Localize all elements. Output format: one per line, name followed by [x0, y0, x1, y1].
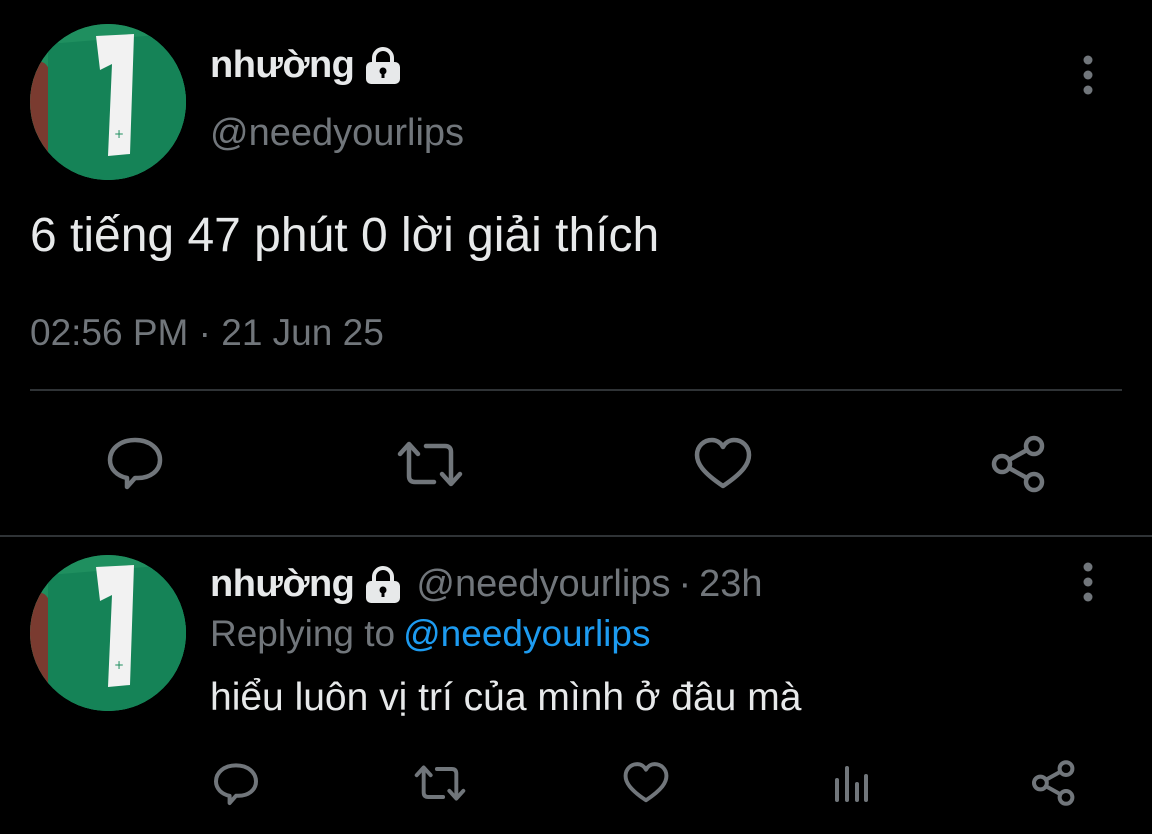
retweet-button[interactable]	[390, 432, 470, 496]
reply-header: nhường @needyourlips · 23h	[210, 563, 763, 606]
retweet-icon	[397, 441, 463, 487]
author-name-row: nhường	[210, 44, 404, 87]
share-button[interactable]	[984, 432, 1054, 496]
more-icon[interactable]	[1078, 54, 1098, 98]
display-name[interactable]: nhường	[210, 44, 355, 87]
divider	[30, 389, 1122, 391]
like-icon	[694, 437, 752, 489]
reply-analytics-button[interactable]	[826, 756, 876, 810]
reply-reply-button[interactable]	[208, 756, 264, 810]
reply-button[interactable]	[100, 430, 170, 494]
reply-retweet-button[interactable]	[408, 756, 472, 810]
reply-share-button[interactable]	[1026, 756, 1082, 810]
reply-icon	[214, 763, 258, 805]
avatar-image: +	[30, 555, 186, 711]
share-icon	[1032, 760, 1075, 806]
replying-to: Replying to @needyourlips	[210, 613, 650, 655]
avatar-image: +	[30, 24, 186, 180]
reply-avatar[interactable]: +	[30, 555, 186, 711]
tweet-text: 6 tiếng 47 phút 0 lời giải thích	[30, 209, 660, 262]
analytics-icon	[835, 766, 868, 802]
reply-time[interactable]: 23h	[699, 563, 762, 606]
author-handle[interactable]: @needyourlips	[210, 112, 464, 155]
avatar[interactable]: +	[30, 24, 186, 180]
section-divider	[0, 535, 1152, 537]
retweet-icon	[414, 765, 466, 801]
reply-handle[interactable]: @needyourlips	[416, 563, 670, 606]
svg-text:+: +	[114, 658, 124, 672]
replying-prefix: Replying to	[210, 613, 396, 654]
lock-icon	[366, 46, 401, 84]
replying-mention[interactable]: @needyourlips	[403, 613, 650, 654]
lock-icon	[366, 565, 401, 603]
reply-text: hiểu luôn vị trí của mình ở đâu mà	[210, 676, 802, 719]
separator-dot: ·	[678, 563, 692, 605]
reply-display-name[interactable]: nhường	[210, 563, 355, 606]
like-button[interactable]	[688, 432, 758, 496]
tweet-timestamp[interactable]: 02:56 PM · 21 Jun 25	[30, 312, 384, 354]
reply-like-button[interactable]	[618, 756, 674, 810]
more-icon[interactable]	[1078, 561, 1098, 605]
svg-text:+: +	[114, 127, 124, 141]
like-icon	[623, 762, 669, 803]
share-icon	[991, 435, 1045, 493]
reply-icon	[107, 437, 163, 490]
